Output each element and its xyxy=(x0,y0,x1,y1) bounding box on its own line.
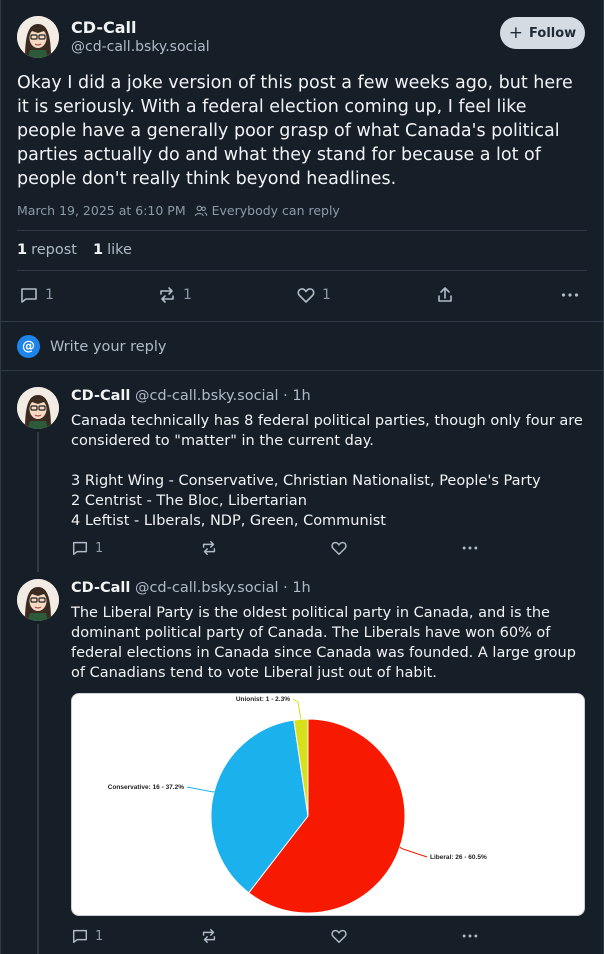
like-button[interactable] xyxy=(330,539,348,557)
avatar[interactable] xyxy=(17,387,59,429)
author-name[interactable]: CD-Call xyxy=(71,388,130,404)
reply-composer[interactable]: @ Write your reply xyxy=(17,335,166,358)
leader-line-conservative xyxy=(186,786,215,793)
repost-count: 1 xyxy=(183,287,192,303)
reply-text: Canada technically has 8 federal politic… xyxy=(71,411,586,531)
author-name[interactable]: CD-Call xyxy=(71,580,130,596)
avatar-image xyxy=(17,16,59,58)
reply-count: 1 xyxy=(45,287,54,303)
author-handle[interactable]: @cd-call.bsky.social · 1h xyxy=(135,388,311,404)
reply-count: 1 xyxy=(95,540,104,556)
more-options-button[interactable] xyxy=(460,539,480,557)
people-icon xyxy=(194,205,207,216)
reply-button[interactable]: 1 xyxy=(19,285,54,305)
repost-icon xyxy=(160,287,174,303)
divider xyxy=(0,370,604,371)
divider xyxy=(17,230,587,231)
repost-icon xyxy=(202,540,216,556)
reply-line: 2 Centrist - The Bloc, Libertarian xyxy=(71,493,307,509)
reply-button[interactable]: 1 xyxy=(71,539,103,557)
divider xyxy=(17,270,587,271)
slice-label-unionist: Unionist: 1 - 2.3% xyxy=(236,696,290,703)
thread-line xyxy=(37,624,39,954)
reply-icon xyxy=(72,541,88,556)
reply-line: 3 Right Wing - Conservative, Christian N… xyxy=(71,473,541,489)
post-meta: March 19, 2025 at 6:10 PM Everybody can … xyxy=(17,203,340,218)
slice-label-liberal: Liberal: 26 - 60.5% xyxy=(430,854,487,861)
leader-line-liberal xyxy=(399,846,428,858)
share-button[interactable] xyxy=(435,285,455,305)
avatar-image xyxy=(17,579,59,621)
heart-icon xyxy=(331,929,347,944)
post-text: Okay I did a joke version of this post a… xyxy=(17,73,573,189)
divider xyxy=(0,321,604,322)
reply-setting-label: Everybody can reply xyxy=(211,203,340,218)
reply-header: CD-Call @cd-call.bsky.social · 1h xyxy=(71,388,311,404)
reply-line: 4 Leftist - LIberals, NDP, Green, Commun… xyxy=(71,513,386,529)
at-icon: @ xyxy=(17,335,40,358)
reply-icon xyxy=(21,288,37,303)
plus-icon: + xyxy=(508,22,524,43)
author-handle[interactable]: @cd-call.bsky.social · 1h xyxy=(135,580,311,596)
more-options-button[interactable] xyxy=(460,927,480,945)
thread-line xyxy=(37,432,39,572)
repost-button[interactable] xyxy=(200,539,218,557)
more-options-button[interactable] xyxy=(560,285,580,305)
avatar-image xyxy=(17,387,59,429)
post-stats: 1 repost 1 like xyxy=(17,242,132,258)
pie-chart: Liberal: 26 - 60.5% Conservative: 16 - 37… xyxy=(108,696,487,914)
repost-stat[interactable]: 1 repost xyxy=(17,242,77,258)
heart-icon xyxy=(297,288,315,303)
reply-count: 1 xyxy=(95,928,104,944)
repost-button[interactable] xyxy=(200,927,218,945)
author-handle[interactable]: @cd-call.bsky.social xyxy=(71,39,210,55)
author-name[interactable]: CD-Call xyxy=(71,18,136,37)
follow-label: Follow xyxy=(529,25,577,41)
repost-button[interactable]: 1 xyxy=(157,285,192,305)
like-count: 1 xyxy=(322,287,331,303)
reply-header: CD-Call @cd-call.bsky.social · 1h xyxy=(71,580,311,596)
share-icon xyxy=(438,287,452,302)
like-button[interactable]: 1 xyxy=(296,285,331,305)
more-icon xyxy=(462,934,478,938)
pie-chart-image[interactable]: Liberal: 26 - 60.5% Conservative: 16 - 37… xyxy=(71,693,585,916)
like-stat[interactable]: 1 like xyxy=(93,242,132,258)
slice-label-conservative: Conservative: 16 - 37.2% xyxy=(108,784,184,791)
reply-setting[interactable]: Everybody can reply xyxy=(194,203,340,218)
follow-button[interactable]: + Follow xyxy=(500,17,585,49)
reply-placeholder: Write your reply xyxy=(50,338,167,355)
reply-icon xyxy=(72,929,88,944)
reply-line: Canada technically has 8 federal politic… xyxy=(71,413,583,449)
more-icon xyxy=(561,293,579,297)
leader-line-unionist xyxy=(292,698,302,720)
avatar[interactable] xyxy=(17,579,59,621)
heart-icon xyxy=(331,541,347,556)
reply-text: The Liberal Party is the oldest politica… xyxy=(71,605,576,681)
like-button[interactable] xyxy=(330,927,348,945)
repost-icon xyxy=(202,928,216,944)
timestamp[interactable]: March 19, 2025 at 6:10 PM xyxy=(17,203,186,218)
avatar[interactable] xyxy=(17,16,59,58)
reply-button[interactable]: 1 xyxy=(71,927,103,945)
more-icon xyxy=(462,546,478,550)
